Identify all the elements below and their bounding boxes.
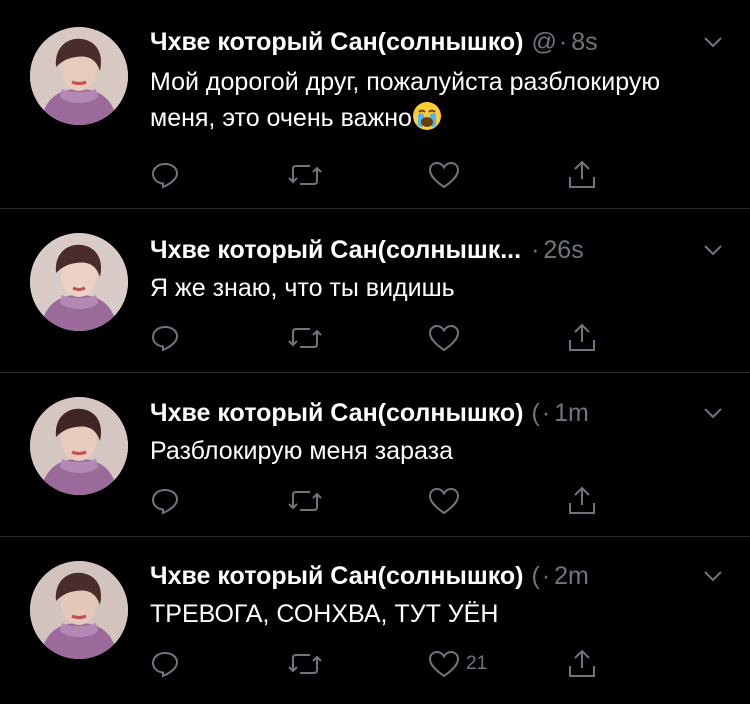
chevron-down-icon[interactable]: [698, 396, 728, 430]
chevron-down-icon[interactable]: [698, 559, 728, 593]
tweet-feed: Чхве который Сан(солнышко) @ · 8s Мой до…: [0, 0, 750, 704]
timestamp[interactable]: 2m: [554, 562, 589, 591]
separator-dot: ·: [531, 235, 540, 264]
handle[interactable]: (: [532, 399, 540, 428]
retweet-icon[interactable]: [288, 647, 322, 681]
tweet[interactable]: Чхве который Сан(солнышко) ( · 1m Разбло…: [0, 373, 750, 536]
chevron-down-icon[interactable]: [698, 25, 728, 59]
reply-icon[interactable]: [150, 321, 180, 355]
timestamp[interactable]: 8s: [571, 28, 597, 57]
share-icon[interactable]: [567, 158, 597, 192]
tweet-text: Мой дорогой друг, пожалуйста разблокирую…: [150, 68, 661, 132]
display-name[interactable]: Чхве который Сан(солнышко): [150, 399, 524, 428]
display-name[interactable]: Чхве который Сан(солнышко): [150, 28, 524, 57]
reply-icon[interactable]: [150, 484, 180, 518]
handle[interactable]: @: [532, 28, 557, 57]
timestamp[interactable]: 26s: [543, 236, 583, 265]
avatar[interactable]: [30, 233, 128, 331]
display-name[interactable]: Чхве который Сан(солнышк...: [150, 236, 521, 265]
avatar[interactable]: [30, 397, 128, 495]
like-icon[interactable]: [428, 321, 466, 355]
avatar[interactable]: [30, 27, 128, 125]
separator-dot: ·: [541, 561, 551, 590]
tweet[interactable]: Чхве который Сан(солнышко) ( · 2m ТРЕВОГ…: [0, 537, 750, 704]
handle[interactable]: (: [532, 562, 540, 591]
loudly-crying-face-icon: [412, 101, 442, 131]
like-count: 21: [466, 653, 488, 674]
reply-icon[interactable]: [150, 158, 180, 192]
like-icon[interactable]: [428, 158, 466, 192]
separator-dot: ·: [541, 398, 551, 427]
tweet[interactable]: Чхве который Сан(солнышк... · 26s Я же з…: [0, 209, 750, 372]
retweet-icon[interactable]: [288, 484, 322, 518]
tweet-text: Разблокирую меня зараза: [150, 437, 453, 465]
timestamp[interactable]: 1m: [554, 399, 589, 428]
share-icon[interactable]: [567, 484, 597, 518]
like-icon[interactable]: 21: [428, 647, 487, 681]
reply-icon[interactable]: [150, 647, 180, 681]
tweet[interactable]: Чхве который Сан(солнышко) @ · 8s Мой до…: [0, 0, 750, 208]
share-icon[interactable]: [567, 321, 597, 355]
separator-dot: ·: [558, 27, 568, 56]
avatar[interactable]: [30, 561, 128, 659]
chevron-down-icon[interactable]: [698, 233, 728, 267]
retweet-icon[interactable]: [288, 158, 322, 192]
tweet-text-container: Разблокирую меня зараза: [150, 433, 726, 469]
display-name[interactable]: Чхве который Сан(солнышко): [150, 562, 524, 591]
tweet-text: Я же знаю, что ты видишь: [150, 274, 455, 302]
tweet-text-container: Мой дорогой друг, пожалуйста разблокирую…: [150, 64, 726, 136]
share-icon[interactable]: [567, 647, 597, 681]
tweet-text: ТРЕВОГА, СОНХВА, ТУТ УЁН: [150, 600, 499, 628]
retweet-icon[interactable]: [288, 321, 322, 355]
like-icon[interactable]: [428, 484, 466, 518]
tweet-text-container: ТРЕВОГА, СОНХВА, ТУТ УЁН: [150, 596, 726, 632]
tweet-text-container: Я же знаю, что ты видишь: [150, 270, 726, 306]
